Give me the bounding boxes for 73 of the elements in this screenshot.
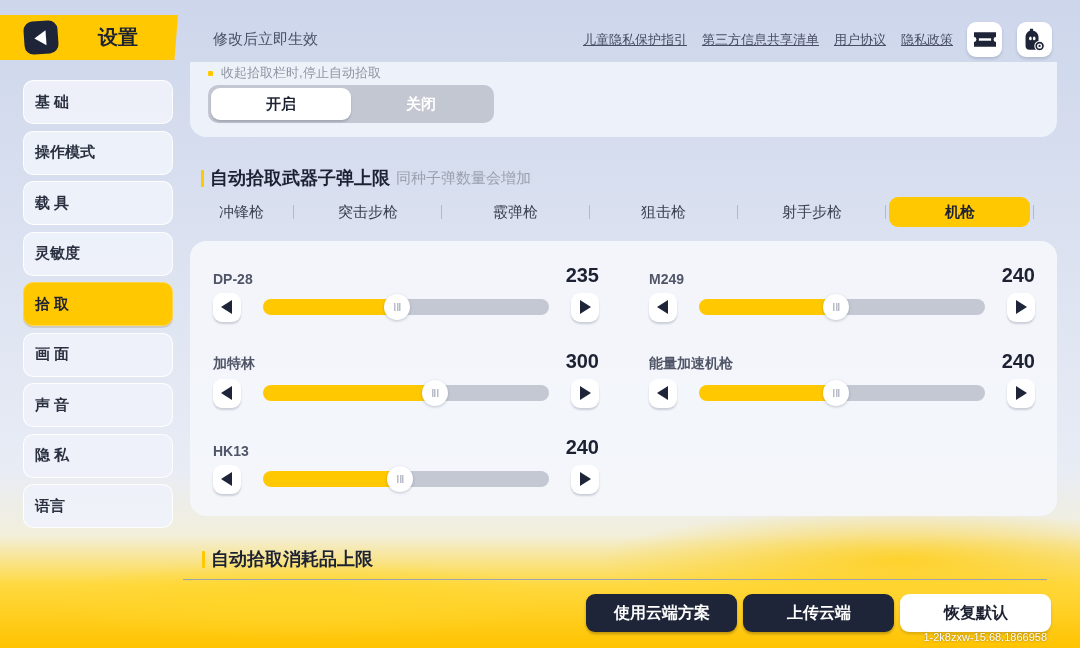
weapon-tab[interactable]: 冲锋枪	[193, 197, 290, 227]
sidebar-item[interactable]: 拾 取	[23, 282, 173, 326]
ticket-button[interactable]	[967, 22, 1002, 57]
limit-value: 240	[1001, 349, 1035, 373]
build-version: 1-2k8zxw-15.68.1866958	[923, 631, 1047, 643]
decrease-button[interactable]	[649, 378, 677, 408]
sidebar-item[interactable]: 画 面	[23, 332, 173, 377]
left-triangle-icon	[221, 472, 233, 486]
weapon-name: DP-28	[213, 271, 253, 287]
weapon-name: 能量加速机枪	[649, 355, 733, 373]
decrease-button[interactable]	[213, 464, 241, 494]
weapon-tab[interactable]: 机枪	[889, 197, 1030, 227]
policy-link[interactable]: 用户协议	[834, 30, 886, 49]
robot-settings-button[interactable]	[1017, 22, 1052, 57]
left-triangle-icon	[221, 300, 233, 314]
ticket-icon	[973, 32, 996, 47]
action-button[interactable]: 恢复默认	[900, 594, 1051, 632]
right-triangle-icon	[1015, 300, 1027, 314]
slider-thumb[interactable]	[387, 466, 414, 492]
section-title: 自动拾取消耗品上限	[211, 548, 373, 571]
policy-link[interactable]: 隐私政策	[901, 30, 953, 49]
section-title: 自动拾取武器子弹上限	[210, 167, 390, 190]
page-title: 设置	[98, 25, 138, 50]
decrease-button[interactable]	[213, 378, 241, 408]
weapon-tab[interactable]: 霰弹枪	[445, 197, 586, 227]
increase-button[interactable]	[571, 292, 599, 322]
increase-button[interactable]	[1007, 292, 1035, 322]
right-triangle-icon	[1015, 386, 1027, 400]
limit-value: 300	[565, 349, 599, 373]
sidebar-item[interactable]: 声 音	[23, 383, 173, 427]
slider-thumb[interactable]	[823, 380, 850, 406]
sidebar-item[interactable]: 基 础	[23, 80, 173, 124]
accent-bar-icon	[202, 550, 205, 568]
left-triangle-icon	[221, 386, 233, 400]
weapon-tab[interactable]: 狙击枪	[593, 197, 734, 227]
back-button[interactable]	[22, 19, 60, 56]
sidebar-item[interactable]: 语言	[23, 484, 173, 528]
weapon-name: M249	[649, 271, 685, 287]
limit-value: 240	[565, 435, 599, 459]
increase-button[interactable]	[571, 378, 599, 408]
section-hint: 同种子弹数量会增加	[396, 168, 531, 188]
slider-thumb[interactable]	[384, 294, 411, 320]
weapon-name: HK13	[213, 443, 249, 459]
bullet-icon	[208, 70, 213, 76]
slider-thumb[interactable]	[823, 294, 850, 320]
weapon-tab[interactable]: 突击步枪	[297, 197, 438, 227]
increase-button[interactable]	[1007, 378, 1035, 408]
decrease-button[interactable]	[649, 292, 677, 322]
sidebar-item[interactable]: 操作模式	[23, 130, 173, 175]
robot-gear-icon	[1024, 28, 1045, 51]
notice-text: 修改后立即生效	[213, 30, 318, 49]
slider-thumb[interactable]	[421, 380, 448, 406]
policy-link[interactable]: 儿童隐私保护指引	[583, 30, 687, 49]
weapon-tab[interactable]: 射手步枪	[741, 197, 882, 227]
accent-bar-icon	[201, 169, 204, 187]
toggle-option[interactable]: 开启	[211, 88, 351, 120]
action-button[interactable]: 使用云端方案	[586, 594, 737, 632]
decrease-button[interactable]	[213, 292, 241, 322]
action-button[interactable]: 上传云端	[743, 594, 894, 632]
right-triangle-icon	[579, 300, 591, 314]
setting-note: 收起拾取栏时,停止自动拾取	[221, 64, 381, 82]
increase-button[interactable]	[571, 464, 599, 494]
weapon-name: 加特林	[213, 355, 255, 373]
right-triangle-icon	[579, 472, 591, 486]
sidebar-item[interactable]: 灵敏度	[23, 231, 173, 276]
left-triangle-icon	[657, 300, 669, 314]
limit-value: 235	[565, 263, 599, 287]
policy-link[interactable]: 第三方信息共享清单	[702, 30, 819, 49]
right-triangle-icon	[579, 386, 591, 400]
left-triangle-icon	[657, 386, 669, 400]
sidebar-item[interactable]: 载 具	[23, 181, 173, 225]
limit-value: 240	[1001, 263, 1035, 287]
sidebar-item[interactable]: 隐 私	[23, 433, 173, 478]
